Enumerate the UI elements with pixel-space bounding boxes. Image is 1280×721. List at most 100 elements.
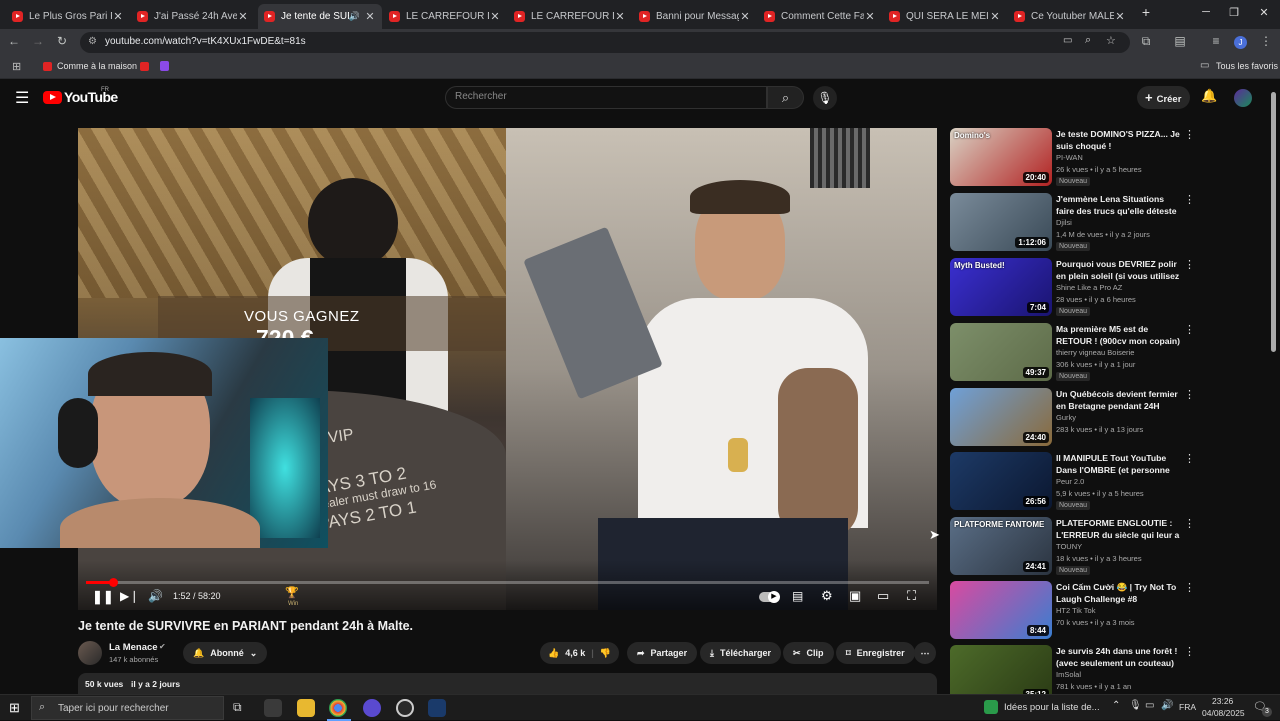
pause-icon[interactable]: ❚❚	[92, 589, 114, 605]
zoom-icon[interactable]: ⌕	[1085, 34, 1091, 47]
clip-button[interactable]: ✂ Clip	[783, 642, 834, 664]
browser-tab[interactable]: Ce Youtuber MÂLE AL✕	[1008, 4, 1132, 29]
related-video-title[interactable]: Je survis 24h dans une forêt ! (avec seu…	[1056, 645, 1181, 669]
related-video-title[interactable]: Il MANIPULE Tout YouTube Dans l'OMBRE (e…	[1056, 452, 1181, 477]
new-tab-button[interactable]: +	[1136, 4, 1156, 20]
menu-icon[interactable]: ⋮	[1258, 34, 1274, 48]
store-icon[interactable]	[264, 699, 282, 717]
video-thumbnail[interactable]: 49:37	[950, 323, 1052, 381]
file-explorer-icon[interactable]	[297, 699, 315, 717]
notifications-bell-icon[interactable]: 🔔	[1201, 88, 1217, 104]
news-widget-icon[interactable]	[984, 700, 998, 714]
progress-bar[interactable]	[86, 578, 929, 587]
close-tab-icon[interactable]: ✕	[237, 10, 249, 23]
browser-tab[interactable]: QUI SERA LE MEILLEU✕	[883, 4, 1007, 29]
taskbar-search-input[interactable]: ⌕ Taper ici pour rechercher	[31, 696, 224, 720]
all-favorites-link[interactable]: Tous les favoris	[1216, 61, 1278, 71]
download-button[interactable]: ⤓ Télécharger	[700, 642, 782, 664]
address-bar[interactable]: ⚙ youtube.com/watch?v=tK4XUx1FwDE&t=81s …	[80, 32, 1130, 53]
related-video-channel[interactable]: Peur 2.0	[1056, 477, 1084, 486]
tray-chevron-icon[interactable]: ⌃	[1112, 700, 1120, 711]
close-window-icon[interactable]: ✕	[1254, 6, 1274, 19]
related-video-card[interactable]: 26:56 Il MANIPULE Tout YouTube Dans l'OMB…	[950, 452, 1195, 514]
related-video-channel[interactable]: Gurky	[1056, 413, 1076, 422]
video-thumbnail[interactable]: 24:40	[950, 388, 1052, 446]
create-button[interactable]: + Créer	[1137, 86, 1190, 109]
cast-icon[interactable]: ▭	[1063, 35, 1072, 46]
close-tab-icon[interactable]: ✕	[739, 10, 751, 23]
youtube-logo-text[interactable]: YouTube	[64, 89, 118, 105]
fullscreen-icon[interactable]: ⛶	[907, 588, 916, 604]
more-options-icon[interactable]: ⋮	[1184, 452, 1195, 465]
youtube-logo-icon[interactable]	[43, 91, 62, 104]
speaker-icon[interactable]: 🔊	[1161, 700, 1173, 711]
apps-icon[interactable]: ⊞	[12, 60, 21, 73]
browser-tab[interactable]: J'ai Passé 24h Avec W✕	[131, 4, 255, 29]
related-video-title[interactable]: Coi Cấm Cười 😂 | Try Not To Laugh Challe…	[1056, 581, 1181, 605]
obs-icon[interactable]	[396, 699, 414, 717]
account-avatar[interactable]	[1234, 89, 1252, 107]
browser-tab[interactable]: Comment Cette Famil✕	[758, 4, 882, 29]
browser-tab[interactable]: Banni pour Messages✕	[633, 4, 757, 29]
more-options-icon[interactable]: ⋮	[1184, 517, 1195, 530]
app-icon-2[interactable]	[363, 699, 381, 717]
related-video-channel[interactable]: HT2 Tik Tok	[1056, 606, 1095, 615]
volume-icon[interactable]: 🔊	[148, 589, 163, 603]
related-video-channel[interactable]: TOUNY	[1056, 542, 1082, 551]
search-button-icon[interactable]: ⌕	[767, 86, 804, 109]
media-icon[interactable]: ≡	[1208, 34, 1224, 48]
video-thumbnail[interactable]: 1:12:06	[950, 193, 1052, 251]
related-video-channel[interactable]: thierry vigneau Boiserie	[1056, 348, 1134, 357]
news-widget-text[interactable]: Idées pour la liste de...	[1004, 702, 1100, 713]
description-box[interactable]: 50 k vues il y a 2 jours	[78, 673, 937, 694]
back-icon[interactable]: ←	[6, 34, 22, 48]
page-scrollbar[interactable]	[1271, 92, 1276, 352]
sidepanel-icon[interactable]: ▤	[1172, 34, 1188, 48]
like-button[interactable]: 👍 4,6 k | 👎	[540, 642, 619, 664]
channel-avatar[interactable]	[78, 641, 102, 665]
more-options-icon[interactable]: ⋮	[1184, 193, 1195, 206]
language-indicator[interactable]: FRA	[1179, 702, 1196, 712]
settings-gear-icon[interactable]: ⚙	[821, 588, 833, 604]
share-button[interactable]: ➦ Partager	[627, 642, 698, 664]
more-actions-icon[interactable]: ⋯	[914, 642, 936, 664]
browser-tab[interactable]: Je tente de SURVI🔊 ✕	[258, 4, 382, 29]
browser-tab[interactable]: LE CARREFOUR DE LA✕	[508, 4, 632, 29]
youtube-bookmark-2-icon[interactable]	[140, 62, 149, 71]
subtitles-icon[interactable]: ▤	[792, 589, 803, 603]
windows-start-icon[interactable]: ⊞	[9, 700, 20, 716]
twitch-icon[interactable]	[160, 61, 169, 71]
extensions-icon[interactable]: ⧉	[1138, 34, 1154, 49]
search-input[interactable]: Rechercher	[445, 86, 767, 109]
related-video-title[interactable]: Ma première M5 est de RETOUR ! (900cv mo…	[1056, 323, 1181, 347]
related-video-channel[interactable]: PI-WAN	[1056, 153, 1083, 162]
more-options-icon[interactable]: ⋮	[1184, 258, 1195, 271]
task-view-icon[interactable]: ⧉	[233, 700, 242, 715]
more-options-icon[interactable]: ⋮	[1184, 323, 1195, 336]
miniplayer-icon[interactable]: ▣	[849, 588, 861, 604]
hamburger-menu-icon[interactable]: ☰	[15, 88, 29, 108]
audio-playing-icon[interactable]: 🔊	[349, 11, 360, 22]
chrome-icon[interactable]	[329, 699, 347, 717]
related-video-title[interactable]: PLATEFORME ENGLOUTIE : L'ERREUR du siècl…	[1056, 517, 1181, 542]
close-tab-icon[interactable]: ✕	[989, 10, 1001, 23]
close-tab-icon[interactable]: ✕	[614, 10, 626, 23]
video-thumbnail[interactable]: PLATFORME FANTOME 24:41	[950, 517, 1052, 575]
close-tab-icon[interactable]: ✕	[864, 10, 876, 23]
video-thumbnail[interactable]: Domino's 20:40	[950, 128, 1052, 186]
browser-tab[interactable]: Le Plus Gros Pari Fina✕	[6, 4, 130, 29]
related-video-channel[interactable]: ImSolal	[1056, 670, 1081, 679]
video-thumbnail[interactable]: 26:56	[950, 452, 1052, 510]
thumbs-down-icon[interactable]: 👎	[600, 648, 611, 659]
profile-avatar[interactable]: J	[1234, 36, 1247, 49]
site-info-icon[interactable]: ⚙	[88, 36, 97, 47]
theater-mode-icon[interactable]: ▭	[877, 588, 889, 604]
video-thumbnail[interactable]: Myth Busted! 7:04	[950, 258, 1052, 316]
video-thumbnail[interactable]: 8:44	[950, 581, 1052, 639]
close-tab-icon[interactable]: ✕	[1114, 10, 1126, 23]
next-icon[interactable]: ▶❘	[120, 589, 139, 603]
related-video-title[interactable]: Pourquoi vous DEVRIEZ polir en plein sol…	[1056, 258, 1181, 283]
more-options-icon[interactable]: ⋮	[1184, 388, 1195, 401]
forward-icon[interactable]: →	[30, 34, 46, 48]
related-video-card[interactable]: 8:44 Coi Cấm Cười 😂 | Try Not To Laugh Ch…	[950, 581, 1195, 643]
